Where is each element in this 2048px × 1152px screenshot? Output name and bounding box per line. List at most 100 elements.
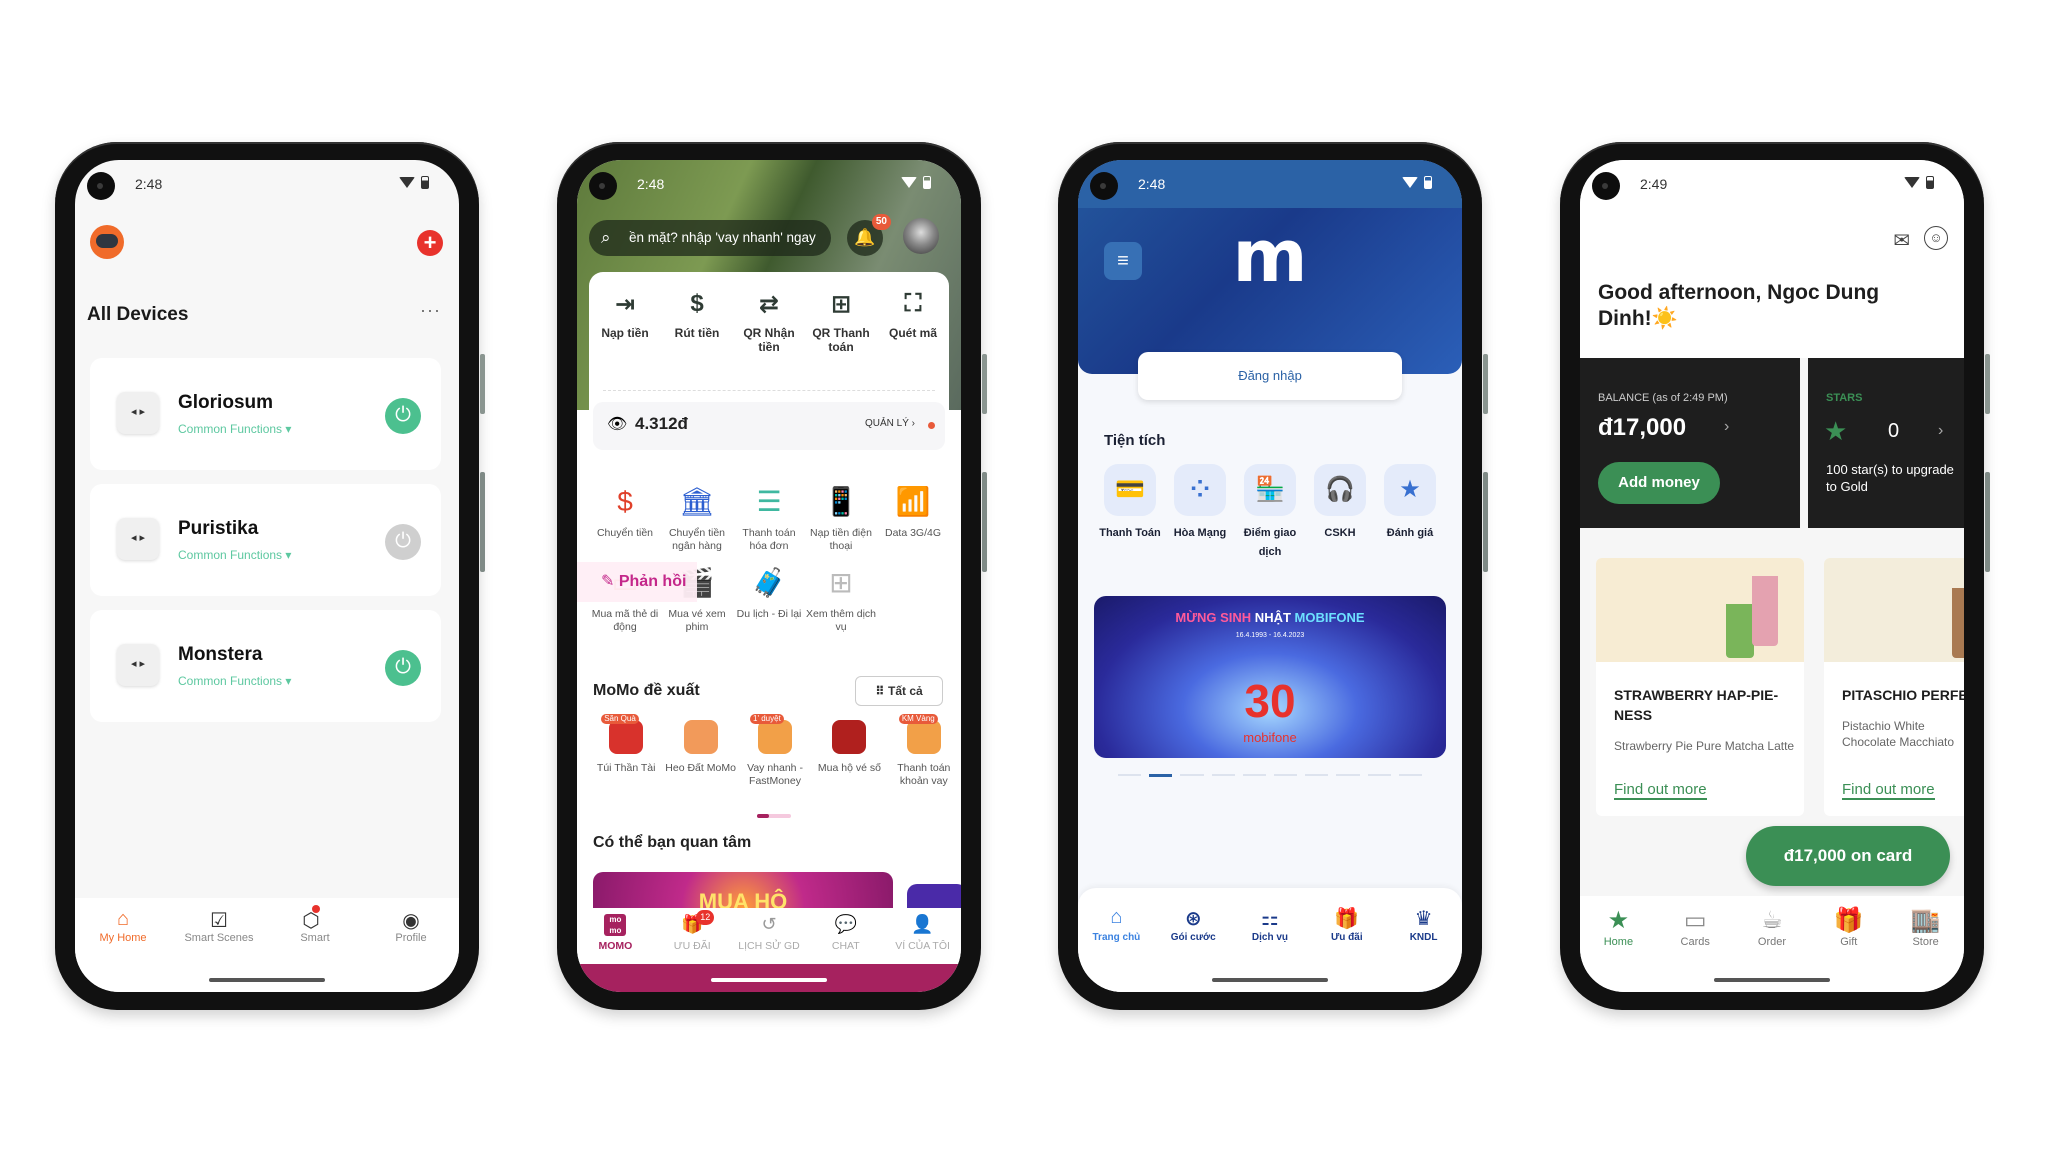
- carousel-dot[interactable]: [1367, 774, 1391, 776]
- tab-services[interactable]: ⚏ Dịch vụ: [1232, 888, 1309, 968]
- recommendation-item[interactable]: Mua hộ vé số: [812, 720, 886, 787]
- add-money-button[interactable]: Add money: [1598, 462, 1720, 504]
- avatar[interactable]: [903, 218, 939, 254]
- tab-smart-scenes[interactable]: ☑ Smart Scenes: [171, 898, 267, 968]
- find-out-more-link[interactable]: Find out more: [1842, 781, 1935, 800]
- device-card[interactable]: ◂ ▸ Puristika Common Functions ▾ ⏻: [90, 484, 441, 596]
- app-logo-robot-icon[interactable]: [90, 225, 124, 259]
- tab-momo[interactable]: mo mo MOMO: [577, 908, 654, 964]
- tab-home[interactable]: ★ Home: [1580, 896, 1657, 968]
- utility-item[interactable]: 💳 Thanh Toán: [1096, 464, 1164, 561]
- service-item[interactable]: 📱 Nạp tiền điện thoại: [805, 485, 877, 552]
- promo-card[interactable]: PITASCHIO PERFECTION Pistachio White Cho…: [1824, 558, 1964, 816]
- power-toggle[interactable]: ⏻: [385, 524, 421, 560]
- power-toggle[interactable]: ⏻: [385, 398, 421, 434]
- phone-topup-icon: 📱: [823, 486, 859, 517]
- device-name: Gloriosum: [178, 392, 274, 413]
- tab-wallet[interactable]: 👤 VÍ CỦA TÔI: [884, 908, 961, 964]
- tab-my-home[interactable]: ⌂ My Home: [75, 898, 171, 968]
- tab-gift[interactable]: 🎁 Gift: [1810, 896, 1887, 968]
- recommendation-item[interactable]: Heo Đất MoMo: [663, 720, 737, 787]
- carousel-dot[interactable]: [1242, 774, 1267, 776]
- tab-chat[interactable]: 💬 CHAT: [807, 908, 884, 964]
- carousel-dot[interactable]: [1118, 774, 1142, 776]
- utility-item[interactable]: 🎧 CSKH: [1306, 464, 1374, 561]
- feedback-button[interactable]: ✎ Phản hồi: [577, 562, 697, 602]
- manage-link[interactable]: QUẢN LÝ ›: [865, 418, 915, 429]
- search-input[interactable]: ⌕ ền mặt? nhập 'vay nhanh' ngay: [589, 220, 831, 256]
- notifications-button[interactable]: 🔔 50: [847, 214, 891, 256]
- tab-history[interactable]: ↺ LỊCH SỬ GD: [731, 908, 808, 964]
- account-icon[interactable]: ☺: [1924, 226, 1948, 250]
- more-options-button[interactable]: ···: [420, 300, 441, 321]
- carousel-dot[interactable]: [1180, 774, 1204, 776]
- find-out-more-link[interactable]: Find out more: [1614, 781, 1707, 800]
- carousel-dot[interactable]: [1211, 774, 1235, 776]
- chevron-right-icon: ›: [1724, 418, 1730, 435]
- service-item[interactable]: ☰ Thanh toán hóa đơn: [733, 485, 805, 552]
- store-icon: 🏬: [1910, 907, 1941, 934]
- add-device-button[interactable]: +: [417, 230, 443, 256]
- mail-icon[interactable]: ✉: [1893, 228, 1910, 253]
- star-icon: ★: [1824, 416, 1848, 446]
- utility-item[interactable]: 🏪 Điểm giao dịch: [1236, 464, 1304, 561]
- quick-action-deposit[interactable]: ⇥ Nạp tiền: [589, 290, 661, 354]
- home-indicator[interactable]: [711, 978, 827, 982]
- home-indicator[interactable]: [1714, 978, 1830, 982]
- service-item[interactable]: 🧳 Du lịch - Đi lại: [733, 566, 805, 633]
- carousel-dot[interactable]: [1274, 774, 1298, 776]
- status-bar: 2:48: [577, 160, 961, 214]
- carousel-dot[interactable]: [1149, 774, 1173, 777]
- stars-card[interactable]: STARS ★ 0 › 100 star(s) to upgrade to Go…: [1808, 358, 1964, 528]
- common-functions-dropdown[interactable]: Common Functions ▾: [178, 674, 291, 688]
- quick-action-qr-pay[interactable]: ⊞ QR Thanh toán: [805, 290, 877, 354]
- pay-on-card-button[interactable]: đ17,000 on card: [1746, 826, 1950, 886]
- eye-icon[interactable]: 👁: [607, 414, 627, 434]
- tab-store[interactable]: 🏬 Store: [1887, 896, 1964, 968]
- service-item[interactable]: 🏛 Chuyển tiền ngân hàng: [661, 485, 733, 552]
- tab-profile[interactable]: ◉ Profile: [363, 898, 459, 968]
- bell-icon: 🔔: [854, 228, 876, 247]
- recommendation-item[interactable]: KM Vàng Thanh toán khoản vay: [887, 714, 961, 787]
- scan-icon: ⛶: [904, 290, 922, 317]
- tab-offers[interactable]: 🎁 12 ƯU ĐÃI: [654, 908, 731, 964]
- bank-icon: 🏛: [679, 486, 715, 517]
- tab-offers[interactable]: 🎁 Ưu đãi: [1308, 888, 1385, 968]
- home-indicator[interactable]: [1212, 978, 1328, 982]
- home-indicator[interactable]: [209, 978, 325, 982]
- promo-card[interactable]: STRAWBERRY HAP-PIE-NESS Strawberry Pie P…: [1596, 558, 1804, 816]
- recommendation-item[interactable]: Săn Quà Túi Thần Tài: [589, 714, 663, 787]
- carousel-dot[interactable]: [1305, 774, 1329, 776]
- service-item[interactable]: 📶 Data 3G/4G: [877, 485, 949, 552]
- see-all-button[interactable]: ⠿ Tất cả: [855, 676, 943, 706]
- login-button[interactable]: Đăng nhập: [1138, 352, 1402, 400]
- carousel-dot[interactable]: [1336, 774, 1360, 776]
- utility-item[interactable]: ⁘ Hòa Mạng: [1166, 464, 1234, 561]
- withdraw-icon: $: [690, 290, 704, 317]
- carousel-dot[interactable]: [1398, 774, 1423, 776]
- balance-row[interactable]: 👁 4.312đ QUẢN LÝ ›: [593, 402, 945, 450]
- device-card[interactable]: ◂ ▸ Gloriosum Common Functions ▾ ⏻: [90, 358, 441, 470]
- utility-item[interactable]: ★ Đánh giá: [1376, 464, 1444, 561]
- tab-order[interactable]: ☕ Order: [1734, 896, 1811, 968]
- common-functions-dropdown[interactable]: Common Functions ▾: [178, 422, 291, 436]
- tab-home[interactable]: ⌂ Trang chủ: [1078, 888, 1155, 968]
- tab-smart[interactable]: ⬡ Smart: [267, 898, 363, 968]
- status-time: 2:48: [637, 176, 665, 192]
- device-card[interactable]: ◂ ▸ Monstera Common Functions ▾ ⏻: [90, 610, 441, 722]
- balance-card[interactable]: BALANCE (as of 2:49 PM) đ17,000 › Add mo…: [1580, 358, 1800, 528]
- tab-packages[interactable]: ⊛ Gói cước: [1155, 888, 1232, 968]
- tab-cards[interactable]: ▭ Cards: [1657, 896, 1734, 968]
- quick-action-qr-receive[interactable]: ⇄ QR Nhận tiền: [733, 290, 805, 354]
- quick-action-withdraw[interactable]: $ Rút tiền: [661, 290, 733, 354]
- power-toggle[interactable]: ⏻: [385, 650, 421, 686]
- service-item[interactable]: $ Chuyển tiền: [589, 485, 661, 552]
- quick-action-scan[interactable]: ⛶ Quét mã: [877, 290, 949, 354]
- common-functions-dropdown[interactable]: Common Functions ▾: [178, 548, 291, 562]
- service-item[interactable]: ⊞ Xem thêm dịch vụ: [805, 566, 877, 633]
- recommendation-item[interactable]: 1' duyệt Vay nhanh - FastMoney: [738, 714, 812, 787]
- tab-label: Smart Scenes: [184, 932, 254, 944]
- promo-banner[interactable]: MỪNG SINH NHẬT MOBIFONE 16.4.1993 - 16.4…: [1094, 596, 1446, 758]
- phone-mobifone: 2:48 ≡ m Đăng nhập Tiện tích 💳 Thanh Toán…: [1058, 142, 1488, 1010]
- tab-kndl[interactable]: ♛ KNDL: [1385, 888, 1462, 968]
